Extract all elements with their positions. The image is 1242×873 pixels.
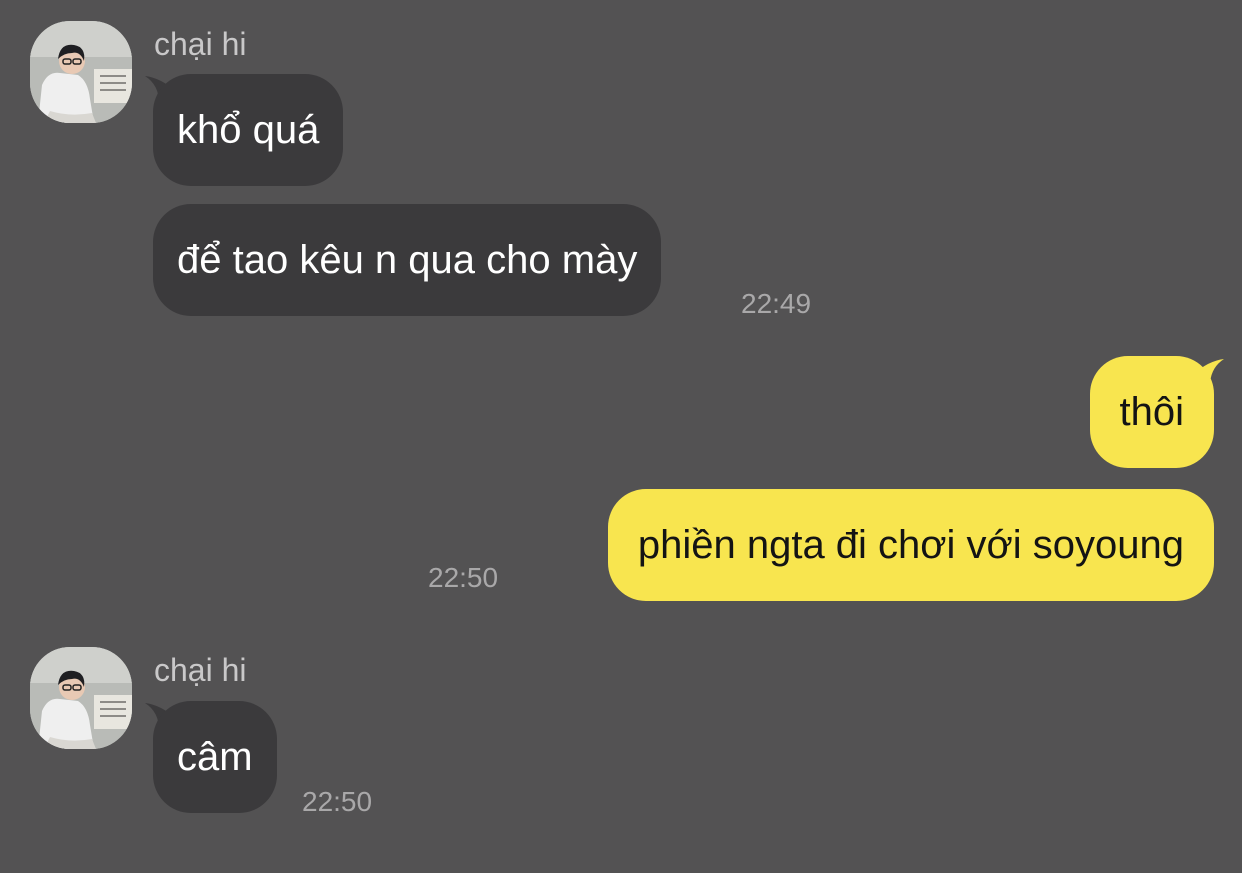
profile-photo-avatar-icon bbox=[30, 647, 132, 749]
sender-name: chại hi bbox=[154, 26, 247, 62]
profile-photo-avatar-icon bbox=[30, 21, 132, 123]
message-bubble-outgoing[interactable]: thôi bbox=[1089, 356, 1214, 468]
message-bubble-incoming[interactable]: khổ quá bbox=[153, 74, 344, 186]
message-bubble-incoming[interactable]: để tao kêu n qua cho mày bbox=[153, 204, 662, 316]
message-timestamp: 22:49 bbox=[741, 288, 812, 319]
message-bubble-outgoing[interactable]: phiền ngta đi chơi với soyoung bbox=[607, 489, 1214, 601]
sender-avatar[interactable] bbox=[30, 647, 132, 749]
message-bubble-incoming[interactable]: câm bbox=[153, 701, 277, 813]
sender-avatar[interactable] bbox=[30, 21, 132, 123]
sender-name: chại hi bbox=[154, 652, 247, 688]
message-timestamp: 22:50 bbox=[302, 786, 373, 817]
message-timestamp: 22:50 bbox=[428, 562, 499, 593]
